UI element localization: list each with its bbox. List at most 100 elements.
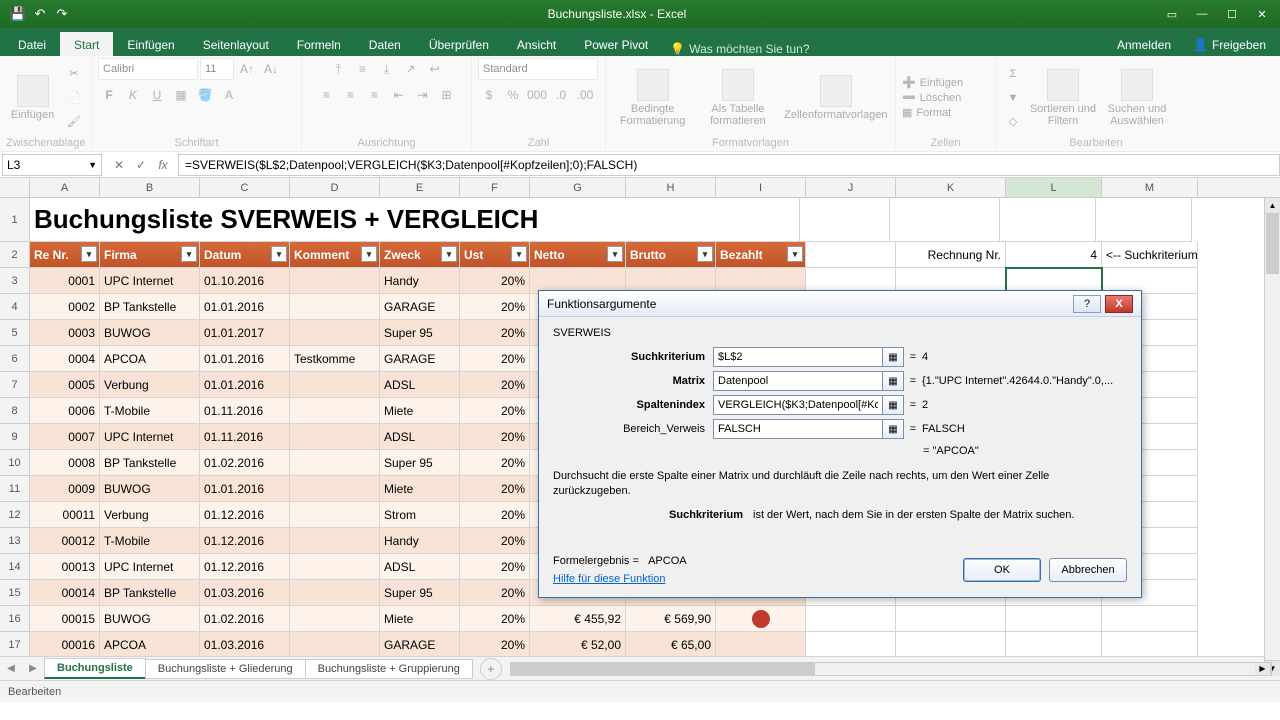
table-header[interactable]: Netto▾ — [530, 242, 626, 268]
cell[interactable]: Strom — [380, 502, 460, 528]
new-sheet-button[interactable]: + — [480, 658, 502, 680]
arg-matrix-input[interactable] — [713, 371, 883, 391]
maximize-icon[interactable]: ☐ — [1218, 4, 1246, 24]
ref-select-icon[interactable]: ▦ — [882, 419, 904, 439]
cell[interactable]: UPC Internet — [100, 424, 200, 450]
sheet-title[interactable]: Buchungsliste SVERWEIS + VERGLEICH — [30, 198, 800, 242]
hscroll-thumb[interactable] — [511, 663, 815, 675]
table-header[interactable]: Brutto▾ — [626, 242, 716, 268]
horizontal-scrollbar[interactable]: ◀ ▶ — [510, 662, 1272, 676]
cell[interactable]: 20% — [460, 372, 530, 398]
tab-einfuegen[interactable]: Einfügen — [113, 32, 188, 56]
filter-dropdown-icon[interactable]: ▾ — [81, 246, 97, 262]
row-header[interactable]: 10 — [0, 450, 30, 476]
help-function-link[interactable]: Hilfe für diese Funktion — [553, 573, 687, 585]
cell[interactable] — [290, 268, 380, 294]
sheet-nav-next-icon[interactable]: ▶ — [24, 660, 42, 678]
cell[interactable] — [290, 528, 380, 554]
cell[interactable]: 20% — [460, 476, 530, 502]
cell[interactable]: Miete — [380, 476, 460, 502]
row-header[interactable]: 17 — [0, 632, 30, 656]
cell[interactable] — [290, 580, 380, 606]
cell[interactable]: BP Tankstelle — [100, 450, 200, 476]
cell[interactable]: 20% — [460, 606, 530, 632]
cell[interactable]: GARAGE — [380, 632, 460, 656]
cell[interactable] — [290, 632, 380, 656]
bold-button[interactable]: F — [98, 84, 120, 106]
cell[interactable]: BP Tankstelle — [100, 294, 200, 320]
cancel-button[interactable]: Abbrechen — [1049, 558, 1127, 582]
indent-inc-icon[interactable]: ⇥ — [412, 84, 434, 106]
cell[interactable]: 20% — [460, 424, 530, 450]
cell[interactable]: BUWOG — [100, 476, 200, 502]
cell[interactable] — [1096, 198, 1192, 242]
inc-dec-icon[interactable]: .0 — [550, 84, 572, 106]
cancel-formula-icon[interactable]: ✕ — [108, 154, 130, 176]
cell[interactable]: 0009 — [30, 476, 100, 502]
cell[interactable] — [290, 476, 380, 502]
arg-suchkriterium-input[interactable] — [713, 347, 883, 367]
cell[interactable]: Rechnung Nr. — [896, 242, 1006, 268]
cell[interactable] — [290, 606, 380, 632]
indent-dec-icon[interactable]: ⇤ — [388, 84, 410, 106]
table-header[interactable]: Bezahlt▾ — [716, 242, 806, 268]
ref-select-icon[interactable]: ▦ — [882, 347, 904, 367]
cell[interactable]: 01.01.2016 — [200, 346, 290, 372]
autosum-icon[interactable]: Σ — [1002, 63, 1024, 85]
cell[interactable]: 0002 — [30, 294, 100, 320]
dec-dec-icon[interactable]: .00 — [574, 84, 596, 106]
cell-styles-button[interactable]: Zellenformatvorlagen — [783, 64, 889, 132]
align-center-icon[interactable]: ≡ — [340, 84, 362, 106]
cell[interactable]: 01.01.2016 — [200, 476, 290, 502]
cell[interactable] — [806, 242, 896, 268]
align-top-icon[interactable]: ⤒ — [328, 58, 350, 80]
cell[interactable]: 20% — [460, 502, 530, 528]
cell[interactable]: ADSL — [380, 554, 460, 580]
cell[interactable]: 20% — [460, 580, 530, 606]
select-all-corner[interactable] — [0, 178, 30, 197]
cell[interactable] — [290, 320, 380, 346]
cell[interactable]: Handy — [380, 528, 460, 554]
col-header-F[interactable]: F — [460, 178, 530, 197]
accept-formula-icon[interactable]: ✓ — [130, 154, 152, 176]
filter-dropdown-icon[interactable]: ▾ — [441, 246, 457, 262]
cell[interactable]: Handy — [380, 268, 460, 294]
cell[interactable]: T-Mobile — [100, 528, 200, 554]
cell[interactable] — [290, 502, 380, 528]
cell[interactable]: 01.02.2016 — [200, 606, 290, 632]
cut-icon[interactable]: ✂ — [63, 63, 85, 85]
cell[interactable]: 0006 — [30, 398, 100, 424]
cell[interactable]: 20% — [460, 528, 530, 554]
cell[interactable]: 4 — [1006, 242, 1102, 268]
grow-font-icon[interactable]: A↑ — [236, 58, 258, 80]
col-header-M[interactable]: M — [1102, 178, 1198, 197]
format-cells-button[interactable]: ▦Format — [902, 106, 963, 119]
cell[interactable]: 0001 — [30, 268, 100, 294]
font-name-input[interactable] — [98, 58, 198, 80]
cell[interactable]: 00015 — [30, 606, 100, 632]
cell[interactable]: 0007 — [30, 424, 100, 450]
scroll-right-icon[interactable]: ▶ — [1255, 663, 1271, 675]
table-header[interactable]: Zweck▾ — [380, 242, 460, 268]
underline-button[interactable]: U — [146, 84, 168, 106]
cell[interactable] — [890, 198, 1000, 242]
cell[interactable] — [1102, 632, 1198, 656]
cell[interactable]: 01.02.2016 — [200, 450, 290, 476]
cell[interactable]: 01.12.2016 — [200, 502, 290, 528]
cell[interactable]: UPC Internet — [100, 554, 200, 580]
filter-dropdown-icon[interactable]: ▾ — [787, 246, 803, 262]
arg-bereich-input[interactable] — [713, 419, 883, 439]
conditional-format-button[interactable]: Bedingte Formatierung — [612, 64, 693, 132]
tab-seitenlayout[interactable]: Seitenlayout — [189, 32, 283, 56]
table-header[interactable]: Komment▾ — [290, 242, 380, 268]
tab-formeln[interactable]: Formeln — [283, 32, 355, 56]
row-header[interactable]: 16 — [0, 606, 30, 632]
percent-icon[interactable]: % — [502, 84, 524, 106]
number-format-select[interactable] — [478, 58, 598, 80]
sheet-nav-prev-icon[interactable]: ◀ — [2, 660, 20, 678]
cell[interactable]: € 455,92 — [530, 606, 626, 632]
comma-icon[interactable]: 000 — [526, 84, 548, 106]
cell[interactable]: 0004 — [30, 346, 100, 372]
scroll-thumb[interactable] — [1266, 214, 1279, 274]
cell[interactable] — [290, 450, 380, 476]
